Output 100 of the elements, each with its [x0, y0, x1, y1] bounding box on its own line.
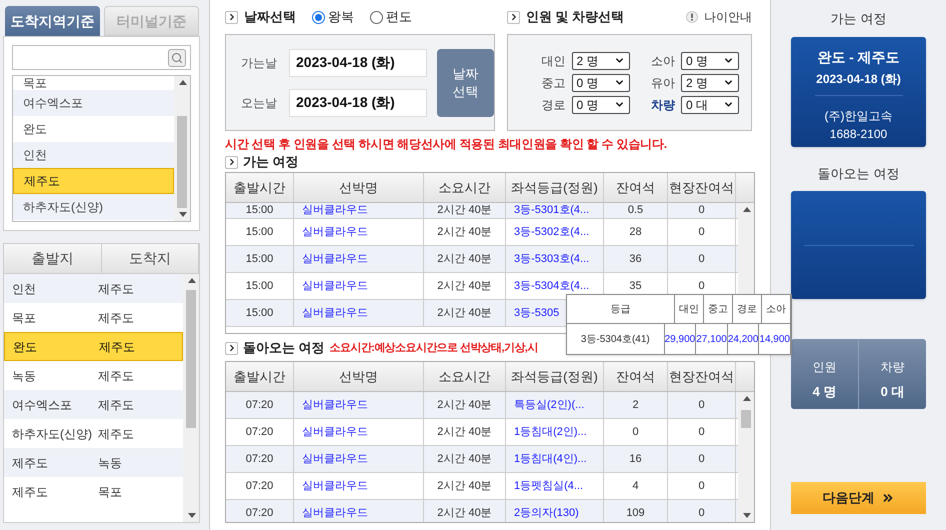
table-cell-text: 2시간 40분	[437, 506, 492, 521]
column-header: 현장잔여석	[668, 173, 736, 202]
fare-header: 중고	[704, 295, 733, 323]
table-link[interactable]: 실버클라우드	[302, 278, 368, 294]
column-header: 소요시간	[424, 362, 506, 391]
route-origin: 녹동	[11, 368, 37, 384]
table-cell-text: 0	[698, 506, 705, 521]
table-link[interactable]: 3등-5302호(4...	[514, 224, 590, 240]
radio-icon[interactable]	[370, 10, 383, 24]
fare-price: 14,900	[759, 324, 791, 354]
fare-price: 29,900	[664, 324, 696, 354]
search-field[interactable]	[12, 45, 191, 70]
count-label: 인원	[812, 358, 836, 376]
table-cell-text: 07:20	[246, 398, 274, 413]
table-cell-text: 16	[629, 452, 642, 467]
table-cell-text: 07:20	[246, 424, 274, 440]
table-cell-text: 109	[626, 506, 645, 521]
column-header: 좌석등급(정원)	[506, 173, 604, 202]
column-header: 출발지	[4, 244, 102, 273]
route-destination: 제주도	[99, 338, 135, 356]
next-step-button[interactable]: 다음단계	[791, 482, 926, 514]
table-link[interactable]: 1등침대(4인)...	[514, 450, 587, 468]
table-cell-text: 0.5	[628, 203, 644, 218]
table-cell-text: 2시간 40분	[437, 224, 492, 240]
route-destination: 제주도	[98, 310, 134, 326]
fare-price: 27,100	[696, 324, 728, 354]
fare-price: 24,200	[728, 324, 760, 354]
trip-type-radio[interactable]: 편도	[370, 7, 412, 27]
radio-icon[interactable]	[312, 10, 325, 24]
fare-header: 등급	[567, 295, 675, 323]
route-row[interactable]: 완도 제주도	[4, 332, 183, 361]
passenger-label: 소아	[651, 52, 675, 70]
table-link[interactable]: 실버클라우드	[302, 478, 368, 494]
table-cell-text: 0	[698, 398, 705, 413]
count-dropdown[interactable]: 0 명	[572, 96, 630, 114]
table-link[interactable]: 2등의자(130)	[514, 504, 579, 522]
table-link[interactable]: 실버클라우드	[302, 250, 368, 268]
count-dropdown[interactable]: 2 명	[572, 52, 630, 70]
table-link[interactable]: 3등-5301호(4...	[514, 203, 590, 219]
table-link[interactable]: 3등-5303호(4...	[514, 250, 590, 268]
count-label: 차량	[880, 358, 904, 376]
search-icon[interactable]	[168, 48, 186, 66]
duration-note: 소요시간:예상소요시간으로 선박상태,기상,시	[330, 340, 538, 356]
passenger-label: 차량	[651, 96, 675, 114]
table-link[interactable]: 실버클라우드	[302, 396, 368, 414]
date-field[interactable]: 2023-04-18 (화)	[289, 48, 427, 76]
trip-type-radio[interactable]: 왕복	[312, 7, 354, 27]
table-cell-text: 15:00	[246, 224, 274, 240]
date-text: 2023-04-18 (화)	[816, 70, 901, 88]
region-tab[interactable]: 도착지역기준	[5, 6, 100, 36]
count-dropdown[interactable]: 2 명	[681, 74, 739, 92]
table-cell-text: 07:20	[246, 478, 274, 494]
column-header: 잔여석	[604, 173, 668, 202]
section-title: 인원 및 차량선택	[526, 8, 624, 26]
route-origin: 여수엑스포	[11, 396, 73, 414]
column-header: 현장잔여석	[668, 362, 736, 391]
table-link[interactable]: 1등펫침실(4...	[514, 478, 584, 494]
table-cell-text: 0	[698, 452, 705, 467]
table-link[interactable]: 실버클라우드	[302, 424, 368, 440]
table-cell-text: 4	[632, 478, 639, 494]
phone-text: 1688-2100	[830, 126, 888, 142]
date-label: 오는날	[241, 94, 278, 112]
count-dropdown[interactable]: 0 대	[681, 96, 739, 114]
region-item[interactable]: 인천	[13, 142, 174, 168]
date-select-button[interactable]: 날짜 선택	[437, 48, 494, 116]
column-header: 출발시간	[226, 362, 294, 391]
count-dropdown[interactable]: 0 명	[572, 74, 630, 92]
summary-title: 가는 여정	[830, 10, 886, 28]
table-link[interactable]: 1등침대(2인)...	[514, 424, 587, 440]
table-link[interactable]: 실버클라우드	[302, 450, 368, 468]
fare-header: 대인	[675, 295, 704, 323]
count-dropdown[interactable]: 0 명	[681, 52, 739, 70]
fare-header: 경로	[733, 295, 762, 323]
route-destination: 녹동	[98, 454, 122, 472]
column-header: 선박명	[294, 173, 424, 202]
region-item[interactable]: 하추자도(신양)	[13, 194, 174, 220]
double-chevron-icon	[880, 491, 894, 505]
table-cell-text: 0	[632, 424, 639, 440]
table-link[interactable]: 실버클라우드	[302, 504, 368, 522]
table-link[interactable]: 실버클라우드	[302, 304, 368, 322]
region-item[interactable]: 여수엑스포	[13, 90, 174, 116]
table-link[interactable]: 실버클라우드	[302, 203, 368, 219]
table-link[interactable]: 3등-5305	[514, 304, 560, 322]
route-row[interactable]: 인천 제주도	[4, 274, 183, 303]
table-link[interactable]: 실버클라우드	[302, 224, 368, 240]
summary-title: 돌아오는 여정	[818, 164, 900, 182]
route-row[interactable]: 여수엑스포 제주도	[4, 390, 183, 419]
fare-grade: 3등-5304호(41)	[567, 324, 665, 354]
region-item[interactable]: 제주도	[13, 168, 174, 194]
route-row[interactable]: 제주도 녹동	[4, 448, 183, 477]
notice-text: 시간 선택 후 인원을 선택 하시면 해당선사에 적용된 최대인원을 확인 할 수 있습니다.	[225, 136, 668, 153]
date-field[interactable]: 2023-04-18 (화)	[289, 88, 427, 116]
fare-header: 소아	[762, 295, 791, 323]
table-link[interactable]: 3등-5304호(4...	[514, 278, 590, 294]
table-link[interactable]: 특등실(2인)(...	[514, 396, 584, 414]
table-cell-text: 2시간 40분	[437, 398, 492, 413]
age-info-link[interactable]: 나이안내	[704, 8, 752, 26]
route-destination: 제주도	[98, 368, 134, 384]
route-destination: 제주도	[98, 280, 134, 298]
route-origin: 제주도	[11, 484, 49, 500]
